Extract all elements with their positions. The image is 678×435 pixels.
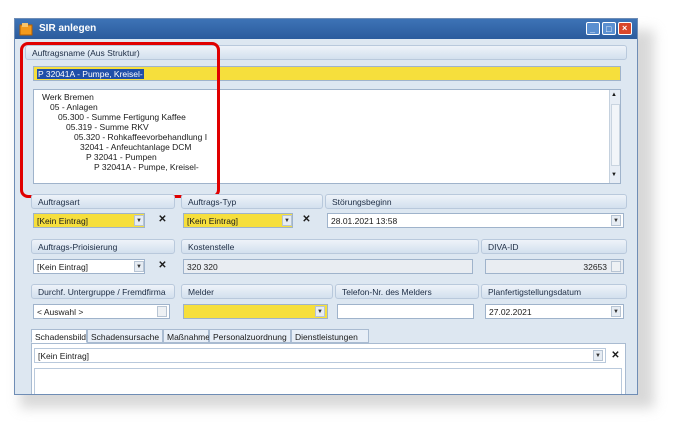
tab-personalzuordnung[interactable]: Personalzuordnung	[209, 329, 291, 343]
window-title: SIR anlegen	[39, 23, 97, 34]
auftragsart-select[interactable]: [Kein Eintrag] ▼	[33, 213, 145, 228]
chevron-down-icon[interactable]: ▼	[611, 306, 621, 317]
diva-label: DIVA-ID	[481, 239, 627, 254]
auftragsart-label: Auftragsart	[31, 194, 175, 209]
app-icon	[19, 23, 33, 36]
melder-label: Melder	[181, 284, 333, 299]
tab-dienstleistungen[interactable]: Dienstleistungen	[291, 329, 369, 343]
chevron-down-icon[interactable]: ▼	[134, 261, 144, 272]
untergruppe-field[interactable]: < Auswahl >	[33, 304, 170, 319]
clear-icon[interactable]: ✕	[610, 349, 621, 362]
chevron-down-icon[interactable]: ▼	[282, 215, 292, 226]
kostenstelle-field: 320 320	[183, 259, 473, 274]
diva-field: 32653	[485, 259, 624, 274]
untergruppe-value: < Auswahl >	[37, 307, 84, 317]
minimize-button[interactable]: _	[586, 22, 600, 35]
schadensbild-select[interactable]: [Kein Eintrag] ▼	[34, 348, 606, 363]
telefon-field[interactable]	[337, 304, 474, 319]
planfertig-value: 27.02.2021	[489, 307, 532, 317]
clear-icon[interactable]: ✕	[157, 259, 168, 272]
maximize-button[interactable]: □	[602, 22, 616, 35]
clear-icon[interactable]: ✕	[301, 213, 312, 226]
chevron-down-icon[interactable]: ▼	[134, 215, 144, 226]
stoerungsbeginn-label: Störungsbeginn	[325, 194, 627, 209]
tab-schadensbild[interactable]: Schadensbild	[31, 329, 87, 343]
scroll-down-icon[interactable]: ▼	[611, 172, 617, 178]
title-bar[interactable]: SIR anlegen _ □ ×	[15, 19, 637, 39]
planfertig-field[interactable]: 27.02.2021 ▼	[485, 304, 624, 319]
chevron-down-icon[interactable]: ▼	[315, 306, 325, 317]
chevron-down-icon[interactable]: ▼	[593, 350, 603, 361]
clear-icon[interactable]: ✕	[157, 213, 168, 226]
auftragstyp-select[interactable]: [Kein Eintrag] ▼	[183, 213, 293, 228]
schadensbild-value: [Kein Eintrag]	[38, 351, 90, 361]
schadensbild-text[interactable]	[34, 368, 622, 394]
stoerungsbeginn-field[interactable]: 28.01.2021 13:58 ▼	[327, 213, 624, 228]
tab-panel: [Kein Eintrag] ▼ ✕	[31, 343, 626, 394]
priorisierung-label: Auftrags-Prioisierung	[31, 239, 175, 254]
stoerungsbeginn-value: 28.01.2021 13:58	[331, 216, 398, 226]
lookup-icon[interactable]	[157, 306, 167, 317]
priorisierung-select[interactable]: [Kein Eintrag] ▼	[33, 259, 145, 274]
tab-massnahme[interactable]: Maßnahme	[163, 329, 210, 343]
tree-scrollbar[interactable]: ▲ ▼	[609, 90, 620, 183]
sir-anlegen-window: SIR anlegen _ □ × Auftragsname (Aus Stru…	[14, 18, 638, 395]
kostenstelle-label: Kostenstelle	[181, 239, 479, 254]
lookup-icon[interactable]	[611, 261, 621, 272]
planfertig-label: Planfertigstellungsdatum	[481, 284, 627, 299]
close-button[interactable]: ×	[618, 22, 632, 35]
tab-schadensursache[interactable]: Schadensursache	[87, 329, 163, 343]
auftragstyp-label: Auftrags-Typ	[181, 194, 323, 209]
scroll-up-icon[interactable]: ▲	[611, 92, 617, 98]
auftragsart-value: [Kein Eintrag]	[37, 216, 89, 226]
auftragstyp-value: [Kein Eintrag]	[187, 216, 239, 226]
priorisierung-value: [Kein Eintrag]	[37, 262, 89, 272]
annotation-highlight-box	[20, 42, 220, 198]
telefon-label: Telefon-Nr. des Melders	[335, 284, 479, 299]
chevron-down-icon[interactable]: ▼	[611, 215, 621, 226]
diva-value: 32653	[583, 262, 607, 272]
melder-select[interactable]: ▼	[183, 304, 328, 319]
untergruppe-label: Durchf. Untergruppe / Fremdfirma	[31, 284, 175, 299]
